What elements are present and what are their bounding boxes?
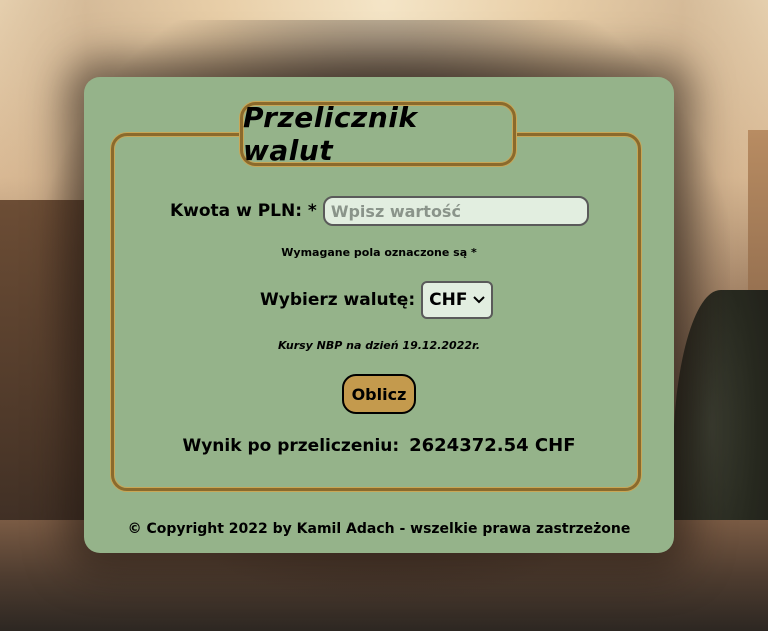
result-value: 2624372.54 CHF: [409, 435, 576, 456]
required-fields-note: Wymagane pola oznaczone są *: [281, 246, 477, 259]
currency-select[interactable]: CHF: [421, 281, 494, 319]
calculate-button[interactable]: Oblicz: [342, 374, 416, 414]
converter-card: Przelicznik walut Kwota w PLN: * Wymagan…: [84, 77, 674, 553]
result-label: Wynik po przeliczeniu:: [182, 436, 400, 456]
amount-input[interactable]: [322, 196, 589, 226]
rates-date-note: Kursy NBP na dzień 19.12.2022r.: [277, 339, 481, 352]
currency-select-value: CHF: [429, 290, 468, 310]
amount-row: Kwota w PLN: *: [170, 196, 589, 226]
result-line: Wynik po przeliczeniu: 2624372.54 CHF: [84, 435, 674, 456]
title-legend: Przelicznik walut: [240, 101, 516, 167]
chevron-down-icon: [473, 293, 485, 307]
currency-label: Wybierz walutę:: [260, 290, 416, 310]
amount-label: Kwota w PLN: *: [170, 201, 317, 221]
page-title: Przelicznik walut: [243, 101, 418, 167]
footer-copyright: © Copyright 2022 by Kamil Adach - wszelk…: [127, 521, 631, 537]
currency-row: Wybierz walutę: CHF: [260, 281, 494, 319]
